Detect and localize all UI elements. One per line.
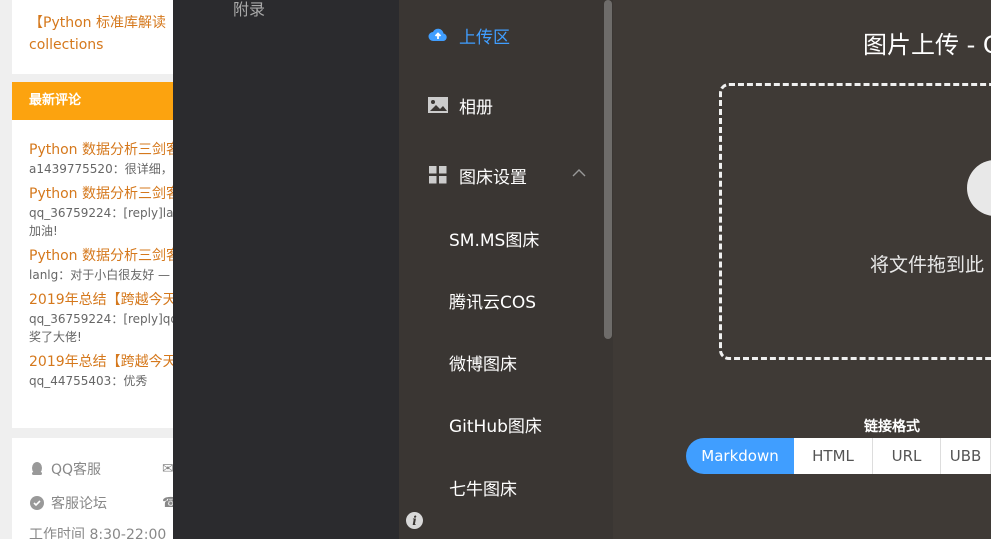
comment-title[interactable]: Python 数据分析三剑客 [29, 140, 173, 160]
cloud-upload-icon [427, 24, 449, 46]
nav-album[interactable]: 相册 [427, 90, 493, 120]
tab-markdown[interactable]: Markdown [686, 438, 794, 474]
doc-nav: 附录 [173, 0, 399, 539]
drop-zone[interactable] [719, 83, 991, 360]
forum-link[interactable]: 客服论坛 ☎ [29, 492, 179, 514]
comment-body: qq_36759224：[reply]la [29, 206, 173, 220]
comment-title[interactable]: Python 数据分析三剑客 [29, 184, 173, 204]
chevron-up-icon[interactable] [572, 166, 586, 182]
qq-service-label[interactable]: QQ客服 [51, 459, 101, 479]
submenu-github[interactable]: GitHub图床 [449, 412, 542, 442]
image-icon [427, 94, 449, 116]
submenu-qiniu[interactable]: 七牛图床 [449, 475, 517, 505]
submenu-smms[interactable]: SM.MS图床 [449, 226, 539, 256]
comment-item[interactable]: Python 数据分析三剑客 a1439775520：很详细， [29, 140, 173, 178]
grid-icon [427, 164, 449, 186]
nav-upload-label: 上传区 [459, 27, 510, 48]
comment-item[interactable]: Python 数据分析三剑客 lanlg：对于小白很友好 — [29, 246, 173, 284]
blog-sidebar: 【Python 标准库解读 collections 最新评论 Python 数据… [0, 0, 179, 539]
comment-body: qq_44755403：优秀 [29, 374, 148, 388]
info-icon[interactable]: i [406, 512, 423, 529]
comment-title[interactable]: 2019年总结【跨越今天 [29, 352, 173, 372]
nav-settings[interactable]: 图床设置 [427, 160, 527, 190]
customer-service-card: QQ客服 ✉ 客服论坛 ☎ 工作时间 8:30-22:00 [12, 438, 179, 539]
comment-body: lanlg：对于小白很友好 — [29, 268, 171, 282]
mail-icon[interactable]: ✉ [162, 461, 174, 477]
app-sidebar: 上传区 相册 图床设置 SM.MS图床 腾讯云COS 微博图床 GitHub图床… [399, 0, 613, 539]
forum-icon [29, 495, 45, 511]
article-card[interactable]: 【Python 标准库解读 collections [12, 0, 173, 74]
comment-body: qq_36759224：[reply]qq [29, 312, 173, 326]
comment-item[interactable]: 2019年总结【跨越今天 qq_44755403：优秀 [29, 352, 173, 390]
comment-item[interactable]: Python 数据分析三剑客 qq_36759224：[reply]la 加油! [29, 184, 173, 240]
nav-album-label: 相册 [459, 97, 493, 118]
comment-title[interactable]: Python 数据分析三剑客 [29, 246, 173, 266]
nav-settings-label: 图床设置 [459, 167, 527, 188]
link-format-label: 链接格式 [864, 419, 920, 435]
comment-title[interactable]: 2019年总结【跨越今天 [29, 290, 173, 310]
upload-main: 图片上传 - G 将文件拖到此 链接格式 Markdown HTML URL U… [613, 0, 991, 539]
sidebar-scrollbar[interactable] [604, 0, 612, 339]
tab-ubb[interactable]: UBB [941, 438, 991, 474]
appendix-link[interactable]: 附录 [233, 0, 265, 20]
latest-comments-header: 最新评论 [12, 82, 173, 120]
submenu-tencent-cos[interactable]: 腾讯云COS [449, 288, 536, 318]
article-title-line2[interactable]: collections [29, 34, 173, 56]
link-format-tabs: Markdown HTML URL UBB [686, 438, 991, 474]
page-title: 图片上传 - G [863, 31, 991, 59]
work-hours: 工作时间 8:30-22:00 [29, 527, 167, 539]
comment-body: a1439775520：很详细， [29, 162, 173, 176]
comment-body-cont: 奖了大佬! [29, 330, 82, 344]
submenu-weibo[interactable]: 微博图床 [449, 350, 517, 380]
qq-icon [29, 461, 45, 477]
comment-body-cont: 加油! [29, 224, 58, 238]
article-title-line1[interactable]: 【Python 标准库解读 [29, 12, 173, 34]
tab-html[interactable]: HTML [794, 438, 873, 474]
comments-list: Python 数据分析三剑客 a1439775520：很详细， Python 数… [12, 120, 173, 428]
drop-zone-text: 将文件拖到此 [870, 254, 985, 276]
nav-upload[interactable]: 上传区 [427, 20, 510, 50]
comment-item[interactable]: 2019年总结【跨越今天 qq_36759224：[reply]qq 奖了大佬! [29, 290, 173, 346]
tab-url[interactable]: URL [873, 438, 941, 474]
forum-label[interactable]: 客服论坛 [51, 493, 107, 513]
qq-service-link[interactable]: QQ客服 ✉ [29, 458, 174, 480]
